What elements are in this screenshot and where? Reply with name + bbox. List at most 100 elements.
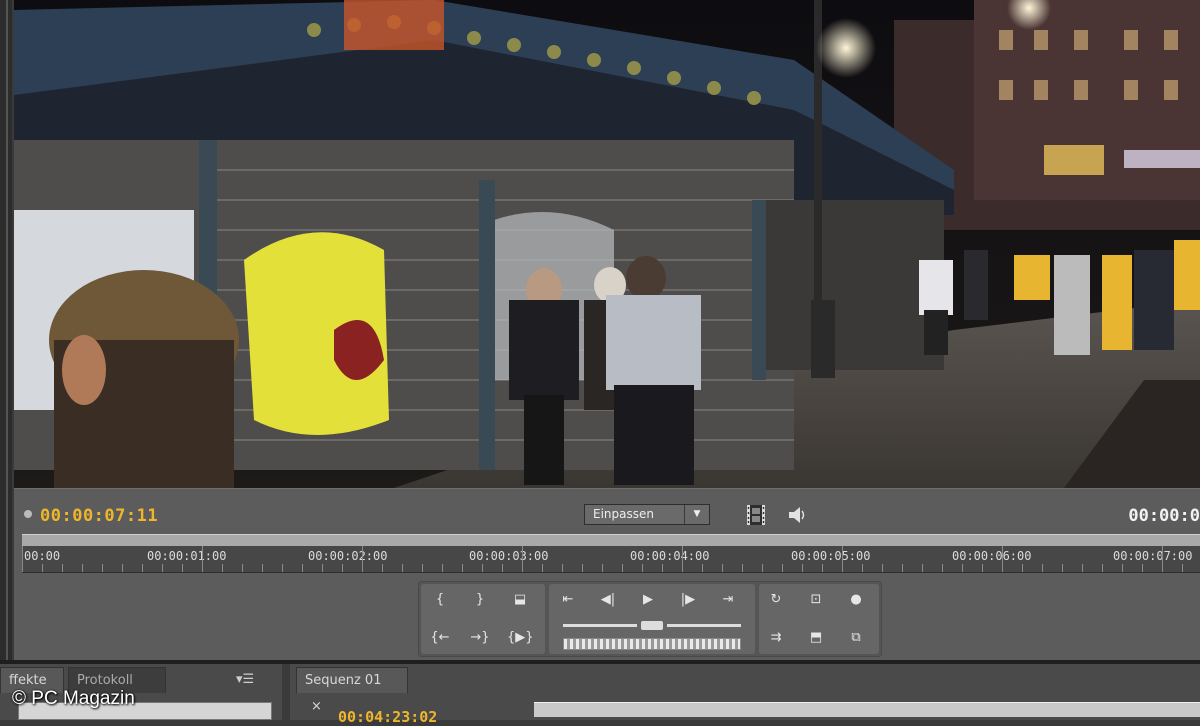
edit-points-group: { } ⬓ {← →} {▶} [421,584,545,654]
ruler-tick [342,564,343,572]
panel-menu-icon[interactable]: ▾☰ [236,672,254,687]
ruler-tick [662,564,663,572]
ruler-label: 00:00:07:00 [1113,549,1193,563]
shuttle-slider[interactable] [641,621,663,630]
ruler-tick [602,564,603,572]
ruler-tick [1062,564,1063,572]
zoom-fit-select[interactable]: Einpassen ▼ [584,504,710,525]
add-marker-button[interactable]: ⬓ [507,590,533,610]
shuttle-track-left [563,624,637,627]
ruler-tick [62,564,63,572]
current-timecode[interactable]: 00:00:07:11 [40,506,158,526]
ruler-tick [582,564,583,572]
ruler-tick [322,564,323,572]
zoom-fit-value: Einpassen [593,507,654,521]
ruler-tick [362,546,363,572]
ruler-tick [782,564,783,572]
set-in-point-button[interactable]: { [427,590,453,610]
ruler-tick [942,564,943,572]
ruler-tick [922,564,923,572]
output-group: ↻ ⊡ ● ⇉ ⬒ ⧉ [759,584,879,654]
video-frame-image [14,0,1200,488]
ruler-tick [622,564,623,572]
tab-sequence[interactable]: Sequenz 01 × [296,667,408,714]
overlay-button[interactable]: ⬒ [803,628,829,648]
jog-wheel[interactable] [563,638,741,650]
step-back-button[interactable]: ◀| [595,590,621,610]
ruler-tick [1022,564,1023,572]
speaker-icon[interactable] [786,504,808,526]
ruler-label: 00:00 [24,549,61,563]
tab-sequence-label: Sequenz 01 [305,673,382,688]
close-icon[interactable]: × [311,699,322,714]
ruler-label: 00:00:06:00 [952,549,1032,563]
export-frame-button[interactable]: ⧉ [843,628,869,648]
ruler-tick [1182,564,1183,572]
ruler-tick [1042,564,1043,572]
ruler-tick [902,564,903,572]
ruler-tick [502,564,503,572]
ruler-tick [722,564,723,572]
ruler-label: 00:00:02:00 [308,549,388,563]
ruler-tick [562,564,563,572]
playhead-indicator-icon [24,510,32,518]
ruler-tick [22,546,23,572]
safe-margins-button[interactable]: ⊡ [803,590,829,610]
ruler-tick [1162,546,1163,572]
go-to-out-button[interactable]: ⇥ [715,590,741,610]
go-to-in-button[interactable]: ⇤ [555,590,581,610]
chevron-down-icon[interactable]: ▼ [684,505,709,524]
panel-divider[interactable] [6,0,8,660]
ruler-tick [682,546,683,572]
ruler-tick [482,564,483,572]
play-button[interactable]: ▶ [635,590,661,610]
ruler-tick [182,564,183,572]
ruler-tick [862,564,863,572]
ruler-tick [202,546,203,572]
ruler-tick [742,564,743,572]
ruler-tick [462,564,463,572]
ruler-tick [442,564,443,572]
ruler-tick [282,564,283,572]
go-to-next-edit-button[interactable]: →} [467,628,493,648]
ruler-label: 00:00:05:00 [791,549,871,563]
set-out-point-button[interactable]: } [467,590,493,610]
ruler-tick [222,564,223,572]
sequence-scroll-bar[interactable] [534,702,1200,717]
transport-controls: { } ⬓ {← →} {▶} ⇤ ◀| ▶ |▶ ⇥ ↻ ⊡ ● ⇉ ⬒ ⧉ [418,581,882,657]
playback-group: ⇤ ◀| ▶ |▶ ⇥ [549,584,755,654]
insert-button[interactable]: ⇉ [763,628,789,648]
play-in-to-out-button[interactable]: {▶} [507,628,534,648]
ruler-tick [302,564,303,572]
sequence-timecode[interactable]: 00:04:23:02 [338,708,437,726]
loop-button[interactable]: ↻ [763,590,789,610]
ruler-tick [802,564,803,572]
ruler-tick [542,564,543,572]
ruler-tick [82,564,83,572]
ruler-tick [522,546,523,572]
sequence-panel: Sequenz 01 × 00:04:23:02 [290,664,1200,726]
ruler-tick [702,564,703,572]
video-preview [14,0,1200,488]
ruler-label: 00:00:04:00 [630,549,710,563]
film-strip-icon[interactable] [747,504,765,526]
ruler-tick [962,564,963,572]
ruler-tick [142,564,143,572]
step-forward-button[interactable]: |▶ [675,590,701,610]
ruler-tick [402,564,403,572]
program-monitor-controls: 00:00:07:11 Einpassen ▼ 00:00:0 00:00 00:… [14,488,1200,661]
ruler-tick [102,564,103,572]
output-button[interactable]: ● [843,590,869,610]
duration-timecode: 00:00:0 [1128,506,1200,526]
go-to-previous-edit-button[interactable]: {← [427,628,453,648]
ruler-tick [762,564,763,572]
ruler-tick [1082,564,1083,572]
ruler-tick [1002,546,1003,572]
ruler-label: 00:00:03:00 [469,549,549,563]
ruler-tick [422,564,423,572]
ruler-tick [242,564,243,572]
ruler-tick [42,564,43,572]
time-ruler[interactable]: 00:00 00:00:01:00 00:00:02:00 00:00:03:00 00… [22,546,1200,573]
ruler-tick [1142,564,1143,572]
ruler-tick [382,564,383,572]
